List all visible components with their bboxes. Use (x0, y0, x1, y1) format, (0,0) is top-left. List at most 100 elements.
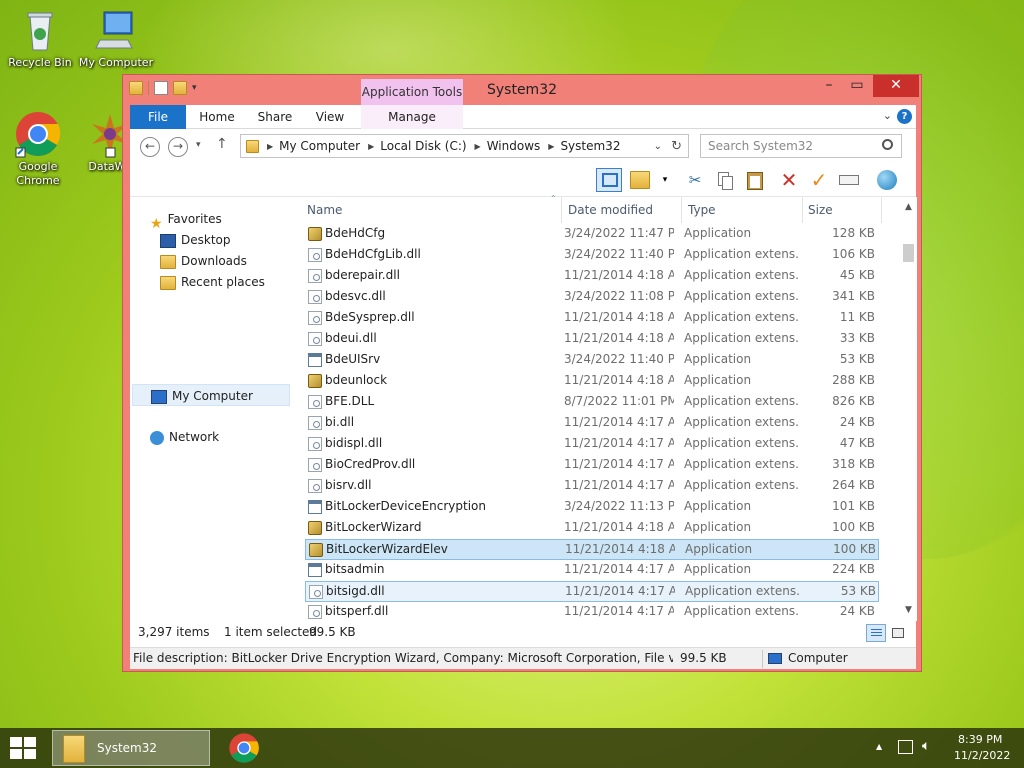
chevron-right-icon[interactable]: ▶ (548, 142, 554, 151)
file-size: 826 KB (832, 394, 875, 408)
application-icon (308, 353, 322, 367)
chevron-down-icon[interactable]: ▾ (652, 168, 678, 192)
folder-options-icon[interactable] (630, 171, 650, 189)
details-view-button[interactable] (866, 624, 886, 642)
address-bar[interactable]: ▶ My Computer ▶ Local Disk (C:) ▶ Window… (240, 134, 689, 158)
nav-favorites[interactable]: ★ Favorites (150, 208, 308, 232)
file-name: BitLockerWizard (325, 520, 422, 534)
nav-downloads[interactable]: Downloads (160, 250, 318, 272)
bitlocker-icon (308, 521, 322, 535)
file-row[interactable]: bdesvc.dll 3/24/2022 11:08 PM Application … (305, 287, 879, 308)
properties-check-icon[interactable]: ✓ (806, 168, 832, 192)
scroll-up-icon[interactable]: ▲ (900, 199, 917, 216)
file-row[interactable]: bisrv.dll 11/21/2014 4:17 AM Application e… (305, 476, 879, 497)
file-row[interactable]: bderepair.dll 11/21/2014 4:18 AM Applicati… (305, 266, 879, 287)
file-row[interactable]: BdeHdCfg 3/24/2022 11:47 PM Application 128… (305, 224, 879, 245)
close-button[interactable]: ✕ (873, 75, 919, 97)
column-header-name[interactable]: Name (307, 201, 557, 223)
file-size: 128 KB (832, 226, 875, 240)
nav-desktop[interactable]: Desktop (160, 229, 318, 251)
show-hidden-icons[interactable]: ▲ (876, 742, 882, 751)
crumb-windows[interactable]: Windows (487, 139, 541, 153)
up-button[interactable]: ↑ (216, 136, 228, 152)
start-button[interactable] (10, 737, 38, 759)
clock-date[interactable]: 11/2/2022 (954, 749, 1010, 762)
scrollbar-thumb[interactable] (903, 244, 914, 262)
globe-icon[interactable] (874, 168, 900, 192)
clock-time[interactable]: 8:39 PM (958, 733, 1002, 746)
dll-file-icon (308, 332, 322, 346)
maximize-button[interactable]: ▭ (843, 75, 871, 97)
tab-home[interactable]: Home (188, 105, 246, 129)
file-row[interactable]: bidispl.dll 11/21/2014 4:17 AM Application… (305, 434, 879, 455)
desktop-icon-recycle-bin[interactable]: Recycle Bin (2, 6, 78, 70)
crumb-local-disk[interactable]: Local Disk (C:) (380, 139, 466, 153)
file-row[interactable]: bdeui.dll 11/21/2014 4:18 AM Application e… (305, 329, 879, 350)
chevron-right-icon[interactable]: ▶ (267, 142, 273, 151)
chrome-icon (14, 110, 62, 158)
minimize-button[interactable]: – (815, 75, 843, 97)
file-row[interactable]: bitsperf.dll 11/21/2014 4:17 AM Applicatio… (305, 602, 879, 623)
vertical-scrollbar[interactable]: ▲ ▼ (900, 197, 917, 621)
tab-view[interactable]: View (304, 105, 356, 129)
folder-icon (63, 735, 85, 763)
tab-manage[interactable]: Manage (361, 105, 463, 129)
file-row[interactable]: bi.dll 11/21/2014 4:17 AM Application exte… (305, 413, 879, 434)
search-input[interactable]: Search System32 (700, 134, 902, 158)
column-header-date[interactable]: Date modified (568, 201, 678, 223)
column-header-type[interactable]: Type (688, 201, 798, 223)
file-type: Application (684, 226, 752, 240)
file-row[interactable]: bitsadmin 11/21/2014 4:17 AM Application 22… (305, 560, 879, 581)
file-row[interactable]: BdeSysprep.dll 11/21/2014 4:18 AM Applicat… (305, 308, 879, 329)
chevron-down-icon[interactable]: ⌄ (654, 141, 662, 152)
crumb-system32[interactable]: System32 (560, 139, 620, 153)
chevron-right-icon[interactable]: ▶ (475, 142, 481, 151)
file-date: 11/21/2014 4:17 AM (564, 478, 674, 492)
refresh-icon[interactable]: ↻ (671, 139, 682, 154)
nav-label: My Computer (172, 389, 253, 403)
file-type: Application extens... (684, 604, 800, 618)
nav-my-computer[interactable]: My Computer (132, 384, 290, 406)
tab-file[interactable]: File (130, 105, 186, 129)
scroll-down-icon[interactable]: ▼ (900, 602, 917, 619)
details-size: 99.5 KB (680, 651, 727, 665)
delete-icon[interactable]: ✕ (776, 168, 802, 192)
crumb-my-computer[interactable]: My Computer (279, 139, 360, 153)
nav-recent-places[interactable]: Recent places (160, 271, 318, 293)
recent-locations-icon[interactable]: ▾ (196, 140, 201, 150)
copy-icon[interactable] (712, 168, 738, 192)
file-row[interactable]: bdeunlock 11/21/2014 4:18 AM Application 28… (305, 371, 879, 392)
back-button[interactable]: ← (140, 137, 160, 157)
desktop-icon-google-chrome[interactable]: Google Chrome (0, 110, 76, 188)
paste-icon[interactable] (742, 168, 768, 192)
file-size: 11 KB (839, 310, 875, 324)
file-row[interactable]: BdeUISrv 3/24/2022 11:40 PM Application 53 … (305, 350, 879, 371)
volume-icon[interactable]: 🔈︎ (922, 738, 930, 754)
column-header-size[interactable]: Size (808, 201, 868, 223)
file-row[interactable]: BioCredProv.dll 11/21/2014 4:17 AM Applica… (305, 455, 879, 476)
network-tray-icon[interactable] (898, 740, 913, 754)
chevron-right-icon[interactable]: ▶ (368, 142, 374, 151)
forward-button[interactable]: → (168, 137, 188, 157)
file-row[interactable]: BitLockerWizard 11/21/2014 4:18 AM Applica… (305, 518, 879, 539)
nav-network[interactable]: Network (150, 426, 308, 448)
taskbar-chrome-button[interactable] (222, 730, 268, 766)
tab-share[interactable]: Share (246, 105, 304, 129)
search-icon[interactable] (882, 139, 893, 150)
file-row[interactable]: BFE.DLL 8/7/2022 11:01 PM Application exte… (305, 392, 879, 413)
file-type: Application extens... (685, 584, 801, 598)
desktop-icon-my-computer[interactable]: My Computer (78, 6, 154, 70)
file-row[interactable]: bitsigd.dll 11/21/2014 4:17 AM Application… (305, 581, 879, 602)
taskbar-explorer-button[interactable]: System32 (52, 730, 210, 766)
title-bar[interactable]: ▾ Application Tools System32 – ▭ ✕ (123, 75, 921, 105)
expand-ribbon-icon[interactable]: ⌄ (883, 109, 892, 122)
help-icon[interactable]: ? (897, 109, 912, 124)
large-icons-view-button[interactable] (888, 624, 908, 642)
file-row[interactable]: BitLockerWizardElev 11/21/2014 4:18 AM App… (305, 539, 879, 560)
file-date: 11/21/2014 4:17 AM (564, 604, 674, 618)
preview-pane-button[interactable] (596, 168, 622, 192)
file-row[interactable]: BdeHdCfgLib.dll 3/24/2022 11:40 PM Applica… (305, 245, 879, 266)
cut-icon[interactable]: ✂ (682, 168, 708, 192)
file-row[interactable]: BitLockerDeviceEncryption 3/24/2022 11:13… (305, 497, 879, 518)
rename-icon[interactable] (836, 168, 862, 192)
